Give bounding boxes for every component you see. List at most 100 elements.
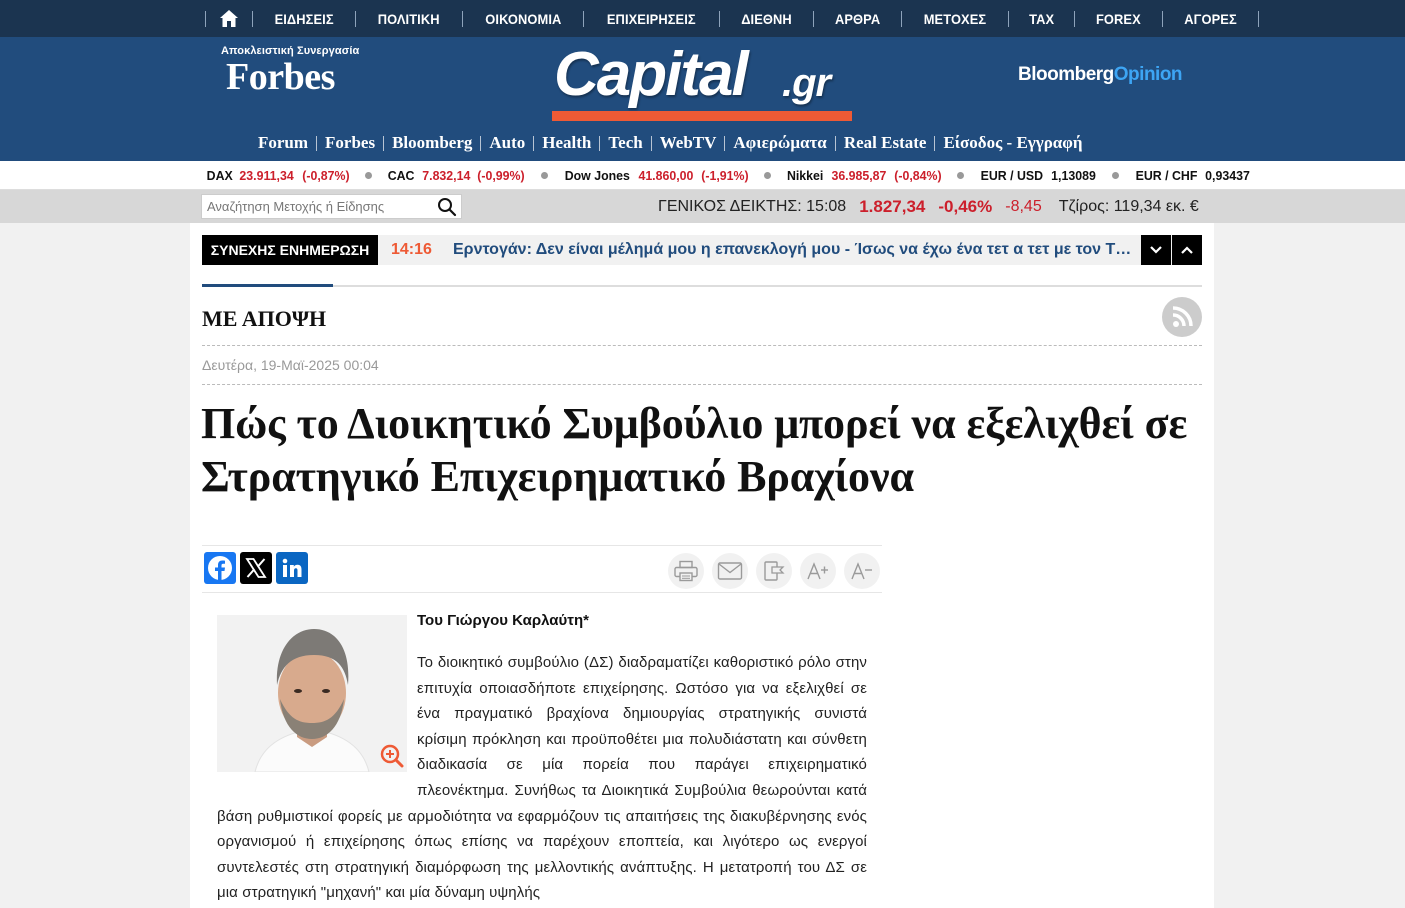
nav-divider [583, 10, 585, 27]
ticker-value: 7.832,14 [421, 168, 470, 183]
opinion-word: Opinion [1113, 64, 1183, 85]
article-title: Πώς το Διοικητικό Συμβούλιο μπορεί να εξ… [201, 399, 1188, 501]
mobile-share-icon[interactable] [756, 553, 792, 589]
topnav-item[interactable]: ΜΕΤΟΧΕΣ [906, 11, 1003, 27]
main-content: ΣΥΝΕΧΗΣ ΕΝΗΜΕΡΩΣΗ 14:16 Ερντογάν: Δεν εί… [190, 223, 1214, 908]
search-icon[interactable] [437, 197, 457, 217]
ticker-name[interactable]: DAX [207, 168, 233, 183]
subnav-item[interactable]: Forum [258, 133, 316, 153]
ticker-dot [541, 172, 549, 179]
topnav-item[interactable]: ΔΙΕΘΝΗ [724, 11, 810, 27]
section-title[interactable]: ΜΕ ΑΠΟΨΗ [202, 306, 326, 332]
breaking-news-bar: ΣΥΝΕΧΗΣ ΕΝΗΜΕΡΩΣΗ 14:16 Ερντογάν: Δεν εί… [202, 235, 1202, 265]
search-box [201, 194, 462, 219]
subnav-item[interactable]: Real Estate [836, 133, 935, 153]
nav-divider [1074, 10, 1076, 27]
subnav-item[interactable]: Tech [600, 133, 650, 153]
general-index[interactable]: ΓΕΝΙΚΟΣ ΔΕΙΚΤΗΣ: 15:08 1.827,34 -0,46% -… [658, 190, 1199, 223]
forbes-partner-logo[interactable]: Αποκλειστική Συνεργασία Forbes [221, 45, 359, 96]
subnav-item[interactable]: Bloomberg [384, 133, 480, 153]
ticker-dot [764, 172, 772, 179]
masthead: Αποκλειστική Συνεργασία Forbes Capital .… [0, 37, 1405, 161]
top-nav-items: ΕΙΔΗΣΕΙΣ ΠΟΛΙΤΙΚΗ ΟΙΚΟΝΟΜΙΑ ΕΠΙΧΕΙΡΗΣΕΙΣ ΔΙΕ… [205, 0, 1260, 37]
top-navigation: ΕΙΔΗΣΕΙΣ ΠΟΛΙΤΙΚΗ ΟΙΚΟΝΟΜΙΑ ΕΠΙΧΕΙΡΗΣΕΙΣ ΔΙΕ… [0, 0, 1405, 37]
ticker-value: 36.985,87 [831, 168, 887, 183]
dashed-divider [202, 384, 1202, 385]
nav-divider [1258, 10, 1260, 27]
topnav-item[interactable]: ΕΠΙΧΕΙΡΗΣΕΙΣ [590, 11, 714, 27]
article-date: Δευτέρα, 19-Μαϊ-2025 00:04 [202, 357, 379, 373]
breaking-news-time: 14:16 [391, 241, 432, 258]
topnav-item[interactable]: ΟΙΚΟΝΟΜΙΑ [467, 11, 578, 27]
x-icon[interactable] [240, 552, 272, 584]
nav-divider [901, 10, 903, 27]
capital-logo[interactable]: Capital .gr [552, 39, 852, 123]
ticker-name[interactable]: CAC [388, 168, 415, 183]
capital-logo-underline [552, 111, 852, 121]
search-input[interactable] [202, 195, 432, 218]
ticker-value: 23.911,34 [239, 168, 295, 183]
section-divider [202, 284, 1202, 287]
subnav-item[interactable]: Auto [481, 133, 533, 153]
general-index-pct: -0,46% [938, 196, 993, 216]
photo-float-spacer [217, 650, 417, 800]
breaking-news-tag: ΣΥΝΕΧΗΣ ΕΝΗΜΕΡΩΣΗ [202, 235, 378, 265]
font-increase-icon[interactable] [800, 553, 836, 589]
subnav-item[interactable]: Είσοδος - Εγγραφή [935, 133, 1090, 153]
ticker-change: (-1,91%) [700, 168, 749, 183]
ticker-change: (-0,84%) [893, 168, 942, 183]
ticker-name[interactable]: EUR / CHF [1136, 168, 1198, 183]
font-decrease-icon[interactable] [844, 553, 880, 589]
chevron-up-icon[interactable] [1172, 235, 1202, 265]
section-accent [202, 284, 333, 287]
topnav-item[interactable]: ΑΓΟΡΕΣ [1167, 11, 1254, 27]
ticker-dot [365, 172, 373, 179]
market-ticker: DAX 23.911,34 (-0,87%) CAC 7.832,14 (-0,99%) D… [0, 161, 1405, 190]
topnav-item[interactable]: TAX [1012, 11, 1072, 27]
topnav-item[interactable]: FOREX [1079, 11, 1159, 27]
share-toolbar [202, 545, 882, 593]
article-byline: Του Γιώργου Καρλαύτη* [417, 612, 589, 629]
nav-divider [718, 10, 720, 27]
general-index-label: ΓΕΝΙΚΟΣ ΔΕΙΚΤΗΣ: 15:08 [658, 197, 847, 215]
general-index-volume: Τζίρος: 119,34 εκ. € [1058, 197, 1199, 215]
topnav-item[interactable]: ΠΟΛΙΤΙΚΗ [360, 11, 457, 27]
bloomberg-word: Bloomberg [1018, 64, 1114, 85]
ticker-change: (-0,99%) [477, 168, 525, 183]
nav-divider [355, 10, 357, 27]
subnav-item[interactable]: Αφιερώματα [725, 133, 834, 153]
breaking-news-headline[interactable]: Ερντογάν: Δεν είναι μέλημά μου η επανεκλ… [453, 241, 1138, 259]
email-icon[interactable] [712, 553, 748, 589]
ticker-name[interactable]: EUR / USD [981, 168, 1043, 183]
forbes-wordmark: Forbes [226, 56, 335, 98]
capital-logo-word: Capital [554, 40, 749, 109]
ticker-value: 0,93437 [1205, 168, 1250, 183]
ticker-dot [1112, 172, 1120, 179]
ticker-name[interactable]: Nikkei [787, 168, 823, 183]
general-index-change: -8,45 [1005, 197, 1042, 215]
topnav-item[interactable]: ΑΡΘΡΑ [817, 11, 897, 27]
ticker-dot [957, 172, 965, 179]
subnav-item[interactable]: Health [534, 133, 599, 153]
print-icon[interactable] [668, 553, 704, 589]
topnav-item[interactable]: ΕΙΔΗΣΕΙΣ [257, 11, 351, 27]
nav-divider [252, 10, 253, 27]
subnav-item[interactable]: Forbes [317, 133, 383, 153]
search-index-bar: ΓΕΝΙΚΟΣ ΔΕΙΚΤΗΣ: 15:08 1.827,34 -0,46% -… [0, 190, 1405, 223]
subnav-item[interactable]: WebTV [652, 133, 725, 153]
chevron-down-icon[interactable] [1141, 235, 1171, 265]
capital-logo-tld: .gr [782, 61, 831, 105]
nav-divider [1162, 10, 1164, 27]
nav-divider [1008, 10, 1010, 27]
ticker-items: DAX 23.911,34 (-0,87%) CAC 7.832,14 (-0,99%) D… [206, 161, 1251, 190]
sub-navigation: Forum Forbes Bloomberg Auto Health Tech WebTV Α… [258, 132, 1091, 154]
rss-icon[interactable] [1162, 297, 1202, 337]
bloomberg-opinion-logo[interactable]: BloombergOpinion [1018, 64, 1183, 86]
nav-divider [812, 10, 814, 27]
ticker-name[interactable]: Dow Jones [565, 168, 630, 183]
home-icon[interactable] [206, 0, 252, 37]
linkedin-icon[interactable] [276, 552, 308, 584]
dashed-divider [202, 345, 1202, 346]
general-index-price: 1.827,34 [859, 196, 926, 216]
facebook-icon[interactable] [204, 552, 236, 584]
